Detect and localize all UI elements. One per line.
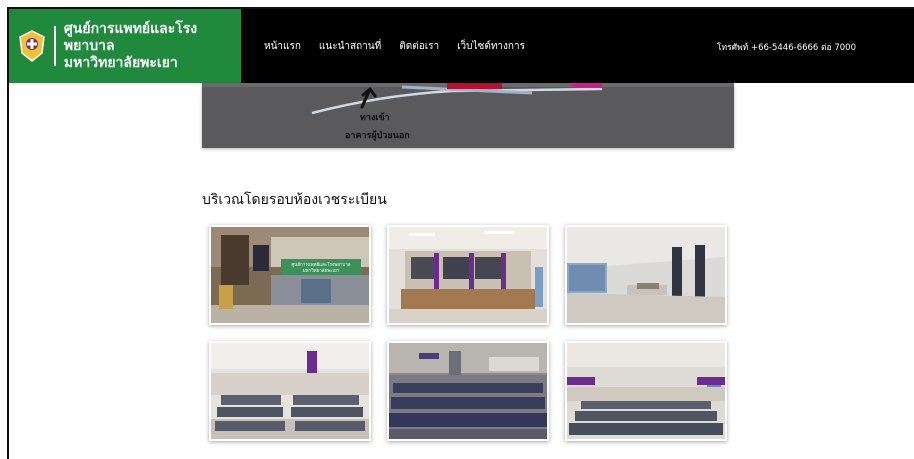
nav-official-site[interactable]: เว็บไซต์ทางการ (457, 39, 525, 54)
section-title: บริเวณโดยรอบห้องเวชระเบียน (202, 192, 387, 208)
brand-block[interactable]: ศูนย์การแพทย์และโรงพยาบาล มหาวิทยาลัยพะเ… (9, 9, 241, 83)
hospital-logo-icon (18, 29, 46, 63)
lobby-sign-line-2: มหาวิทยาลัยพะเยา (303, 268, 340, 274)
entrance-label: ทางเข้า (360, 113, 390, 123)
brand-line-2: มหาวิทยาลัยพะเยา (63, 54, 178, 71)
brand-name: ศูนย์การแพทย์และโรงพยาบาล มหาวิทยาลัยพะเ… (64, 21, 241, 72)
nav-places[interactable]: แนะนำสถานที่ (319, 39, 381, 54)
gallery-photo-lobby[interactable]: ศูนย์การแพทย์และโรงพยาบาล มหาวิทยาลัยพะเ… (209, 225, 371, 325)
brand-line-1: ศูนย์การแพทย์และโรงพยาบาล (63, 20, 198, 54)
gallery-photo-waiting-hall[interactable] (209, 341, 371, 441)
gallery-photo-corridor[interactable] (565, 225, 727, 325)
nav-contact[interactable]: ติดต่อเรา (399, 39, 439, 54)
gallery-photo-waiting-seats[interactable] (387, 341, 549, 441)
phone-number: โทรศัพท์ +66-5446-6666 ต่อ 7000 (716, 43, 856, 53)
lobby-sign-line-1: ศูนย์การแพทย์และโรงพยาบาล (291, 261, 350, 268)
gallery-photo-registration-counter[interactable] (387, 225, 549, 325)
main-nav: หน้าแรก แนะนำสถานที่ ติดต่อเรา เว็บไซต์ท… (264, 9, 543, 83)
gallery-photo-seating-area[interactable] (565, 341, 727, 441)
map-image: ทางเข้า อาคารผู้ป่วยนอก (202, 83, 734, 148)
site-header: ศูนย์การแพทย์และโรงพยาบาล มหาวิทยาลัยพะเ… (9, 9, 914, 83)
nav-home[interactable]: หน้าแรก (264, 39, 301, 54)
building-label: อาคารผู้ป่วยนอก (345, 131, 410, 141)
brand-divider (54, 26, 56, 66)
browser-frame: ศูนย์การแพทย์และโรงพยาบาล มหาวิทยาลัยพะเ… (7, 7, 914, 459)
